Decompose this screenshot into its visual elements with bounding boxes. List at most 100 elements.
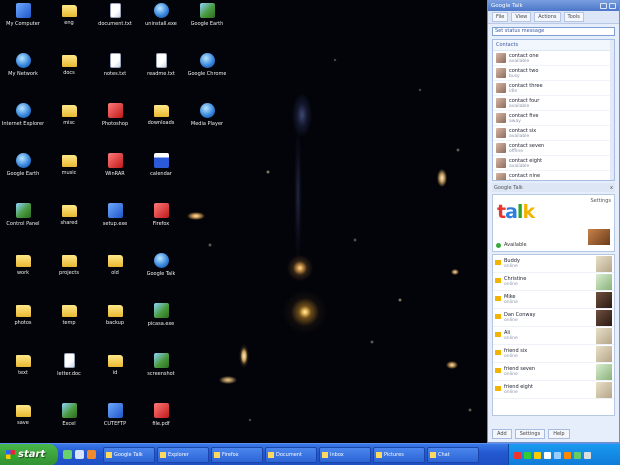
desktop-icon-doc[interactable]: letter.doc: [46, 352, 92, 396]
desktop-icon-app[interactable]: Google Earth: [184, 2, 230, 46]
contact-row[interactable]: contact nine busy: [493, 171, 614, 180]
desktop-icon-label: projects: [59, 270, 79, 276]
desktop-icon-app[interactable]: Google Chrome: [184, 52, 230, 96]
desktop-icon-app[interactable]: picasa.exe: [138, 302, 184, 346]
friend-status: online: [504, 390, 518, 395]
desktop-icon-app[interactable]: setup.exe: [92, 202, 138, 246]
tray-icon[interactable]: [554, 451, 561, 459]
desktop-icon-app[interactable]: Firefox: [138, 202, 184, 246]
settings-button[interactable]: Settings: [514, 428, 546, 439]
menu-tools[interactable]: Tools: [563, 12, 584, 22]
tray-icon[interactable]: [564, 451, 571, 459]
contact-row[interactable]: contact six available: [493, 126, 614, 141]
my-status[interactable]: Available: [496, 242, 527, 248]
taskbar-button[interactable]: Chat: [427, 446, 479, 463]
desktop-quicklaunch-icon[interactable]: [75, 450, 84, 459]
desktop-icon-folder[interactable]: projects: [46, 252, 92, 296]
minimize-icon[interactable]: [600, 2, 607, 9]
desktop-icon-folder[interactable]: save: [0, 402, 46, 443]
tray-icon[interactable]: [544, 451, 551, 459]
contact-row[interactable]: contact one available: [493, 51, 614, 66]
add-contact-button[interactable]: Add: [492, 428, 512, 439]
contact-row[interactable]: contact five away: [493, 111, 614, 126]
desktop-icon-folder[interactable]: old: [92, 252, 138, 296]
desktop-icon-app[interactable]: Google Talk: [138, 252, 184, 296]
start-button[interactable]: start: [0, 443, 58, 465]
desktop-icon-app[interactable]: Excel: [46, 402, 92, 443]
desktop-icon-my-computer[interactable]: My Computer: [0, 2, 46, 46]
chat-titlebar[interactable]: Google Talk: [488, 0, 619, 11]
friend-row[interactable]: Dan Conway online: [493, 309, 614, 327]
close-icon[interactable]: [609, 2, 616, 9]
taskbar-button[interactable]: Pictures: [373, 446, 425, 463]
tray-icon[interactable]: [584, 451, 591, 459]
desktop-icon-app[interactable]: Google Earth: [0, 152, 46, 196]
desktop-icon-app[interactable]: Media Player: [184, 102, 230, 146]
contact-row[interactable]: contact eight available: [493, 156, 614, 171]
desktop-icon-folder[interactable]: backup: [92, 302, 138, 346]
desktop-icon-doc[interactable]: notes.txt: [92, 52, 138, 96]
desktop-icon-folder[interactable]: id: [92, 352, 138, 396]
firefox-quicklaunch-icon[interactable]: [87, 450, 96, 459]
contact-row[interactable]: contact seven offline: [493, 141, 614, 156]
desktop-icon-label: id: [112, 370, 118, 376]
menu-file[interactable]: File: [492, 12, 509, 22]
tray-icon[interactable]: [514, 451, 521, 459]
friend-row[interactable]: friend six online: [493, 345, 614, 363]
tray-icon[interactable]: [574, 451, 581, 459]
desktop-icon-folder[interactable]: music: [46, 152, 92, 196]
friend-row[interactable]: Ali online: [493, 327, 614, 345]
desktop-icon-folder[interactable]: photos: [0, 302, 46, 346]
tray-icon[interactable]: [524, 451, 531, 459]
settings-link[interactable]: Settings: [590, 198, 611, 204]
desktop-icon-network[interactable]: My Network: [0, 52, 46, 96]
task-icon: [430, 451, 436, 458]
friend-row[interactable]: friend seven online: [493, 363, 614, 381]
folder-icon: [61, 5, 77, 17]
menu-view[interactable]: View: [511, 12, 532, 22]
desktop-icon-ie[interactable]: Internet Explorer: [0, 102, 46, 146]
desktop-icon-folder[interactable]: temp: [46, 302, 92, 346]
desktop-icon-doc[interactable]: readme.txt: [138, 52, 184, 96]
taskbar-button[interactable]: Document: [265, 446, 317, 463]
desktop-icon-folder[interactable]: shared: [46, 202, 92, 246]
desktop-icon-doc[interactable]: file.pdf: [138, 402, 184, 443]
contact-row[interactable]: contact two busy: [493, 66, 614, 81]
friend-row[interactable]: Mike online: [493, 291, 614, 309]
desktop-icon-app[interactable]: Control Panel: [0, 202, 46, 246]
envelope-icon: [495, 350, 501, 355]
desktop-icon-folder[interactable]: work: [0, 252, 46, 296]
taskbar-button[interactable]: Inbox: [319, 446, 371, 463]
desktop-icon-app[interactable]: WinRAR: [92, 152, 138, 196]
desktop-icon-label: temp: [62, 320, 76, 326]
status-message-input[interactable]: Set status message: [492, 27, 615, 36]
desktop-icon-app[interactable]: CUTEFTP: [92, 402, 138, 443]
folder-icon: [15, 305, 31, 317]
start-label: start: [18, 449, 46, 460]
desktop-icon-app[interactable]: calendar: [138, 152, 184, 196]
desktop-icon-app[interactable]: screenshot: [138, 352, 184, 396]
desktop-icon-folder[interactable]: eng: [46, 2, 92, 46]
desktop-icon-folder[interactable]: docs: [46, 52, 92, 96]
friend-row[interactable]: Christine online: [493, 273, 614, 291]
friend-row[interactable]: friend eight online: [493, 381, 614, 399]
taskbar-button[interactable]: Firefox: [211, 446, 263, 463]
desktop-icon-app[interactable]: uninstall.exe: [138, 2, 184, 46]
menu-actions[interactable]: Actions: [534, 12, 561, 22]
desktop-icon-folder[interactable]: text: [0, 352, 46, 396]
desktop-icon-folder[interactable]: misc: [46, 102, 92, 146]
ie-quicklaunch-icon[interactable]: [63, 450, 72, 459]
section-close-icon[interactable]: x: [610, 185, 613, 191]
desktop-icon-app[interactable]: Photoshop: [92, 102, 138, 146]
friend-row[interactable]: Buddy online: [493, 255, 614, 273]
taskbar-button[interactable]: Explorer: [157, 446, 209, 463]
help-button[interactable]: Help: [548, 428, 570, 439]
contact-row[interactable]: contact three idle: [493, 81, 614, 96]
desktop-icon-doc[interactable]: document.txt: [92, 2, 138, 46]
contact-row[interactable]: contact four available: [493, 96, 614, 111]
tray-icon[interactable]: [534, 451, 541, 459]
desktop-icon-folder[interactable]: downloads: [138, 102, 184, 146]
contacts-scrollbar[interactable]: [610, 40, 614, 180]
taskbar-button[interactable]: Google Talk: [103, 446, 155, 463]
my-avatar[interactable]: [588, 229, 610, 245]
